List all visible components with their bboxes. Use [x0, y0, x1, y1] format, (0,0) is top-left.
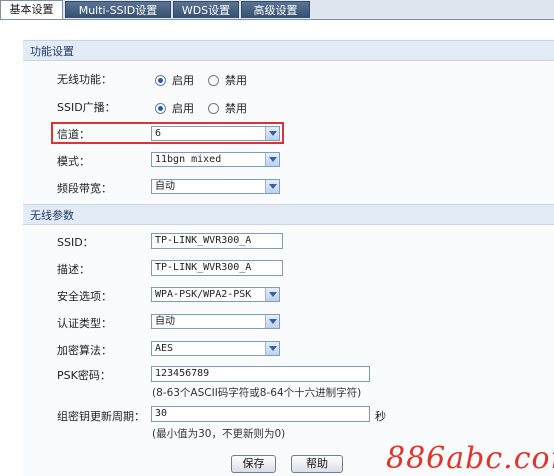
section-function-settings: 功能设置: [23, 40, 554, 61]
security-select[interactable]: WPA-PSK/WPA2-PSK: [151, 287, 280, 302]
channel-value: 6: [155, 128, 162, 139]
ssid-broadcast-radios: 启用 禁用: [155, 100, 261, 116]
bandwidth-value: 自动: [155, 181, 175, 192]
wireless-enable-radio[interactable]: [155, 74, 166, 86]
save-button[interactable]: 保存: [231, 455, 276, 473]
channel-select[interactable]: 6: [151, 126, 280, 141]
description-input[interactable]: TP-LINK_WVR300_A: [151, 260, 283, 276]
broadcast-disable-radio[interactable]: [208, 102, 219, 114]
broadcast-enable-radio[interactable]: [155, 102, 166, 114]
tab-advanced[interactable]: 高级设置: [241, 1, 310, 18]
broadcast-enable-label: 启用: [172, 102, 194, 115]
watermark-logo: 886abc.com: [386, 441, 554, 476]
chevron-down-icon: [265, 180, 279, 193]
chevron-down-icon: [265, 315, 279, 328]
group-key-hint: (最小值为30，不更新则为0): [152, 428, 286, 440]
security-value: WPA-PSK/WPA2-PSK: [155, 289, 252, 300]
auth-type-select[interactable]: 自动: [151, 314, 280, 329]
wireless-disable-radio[interactable]: [208, 74, 219, 86]
psk-input[interactable]: 123456789: [151, 366, 370, 382]
mode-label: 模式：: [57, 155, 90, 168]
section-wireless-params: 无线参数: [23, 204, 554, 225]
encryption-label: 加密算法：: [57, 344, 112, 357]
chevron-down-icon: [265, 288, 279, 301]
ssid-label: SSID：: [57, 236, 94, 249]
bandwidth-label: 频段带宽：: [57, 182, 112, 195]
description-label: 描述：: [57, 263, 90, 276]
ssid-broadcast-label: SSID广播：: [57, 101, 116, 114]
channel-label: 信道：: [57, 128, 90, 141]
group-key-label: 组密钥更新周期：: [57, 410, 145, 423]
mode-select[interactable]: 11bgn mixed: [151, 152, 280, 167]
tab-wds[interactable]: WDS设置: [173, 1, 239, 18]
broadcast-disable-label: 禁用: [225, 102, 247, 115]
tab-bar: 基本设置 Multi-SSID设置 WDS设置 高级设置: [0, 0, 554, 20]
help-button[interactable]: 帮助: [291, 455, 343, 473]
psk-hint: (8-63个ASCII码字符或8-64个十六进制字符): [152, 387, 362, 399]
wireless-function-label: 无线功能：: [57, 73, 112, 86]
wireless-enable-label: 启用: [172, 74, 194, 87]
wireless-disable-label: 禁用: [225, 74, 247, 87]
auth-type-value: 自动: [155, 316, 175, 327]
tab-basic-settings[interactable]: 基本设置: [0, 0, 63, 19]
chevron-down-icon: [265, 342, 279, 355]
tab-multi-ssid[interactable]: Multi-SSID设置: [65, 1, 171, 18]
chevron-down-icon: [265, 153, 279, 166]
group-key-unit: 秒: [375, 410, 386, 423]
bandwidth-select[interactable]: 自动: [151, 179, 280, 194]
psk-label: PSK密码：: [57, 369, 111, 382]
chevron-down-icon: [265, 127, 279, 140]
encryption-value: AES: [155, 343, 174, 354]
encryption-select[interactable]: AES: [151, 341, 280, 356]
security-label: 安全选项：: [57, 290, 112, 303]
auth-type-label: 认证类型：: [57, 317, 112, 330]
mode-value: 11bgn mixed: [155, 154, 222, 165]
ssid-input[interactable]: TP-LINK_WVR300_A: [151, 233, 283, 249]
group-key-input[interactable]: 30: [151, 406, 370, 422]
wireless-function-radios: 启用 禁用: [155, 72, 261, 88]
